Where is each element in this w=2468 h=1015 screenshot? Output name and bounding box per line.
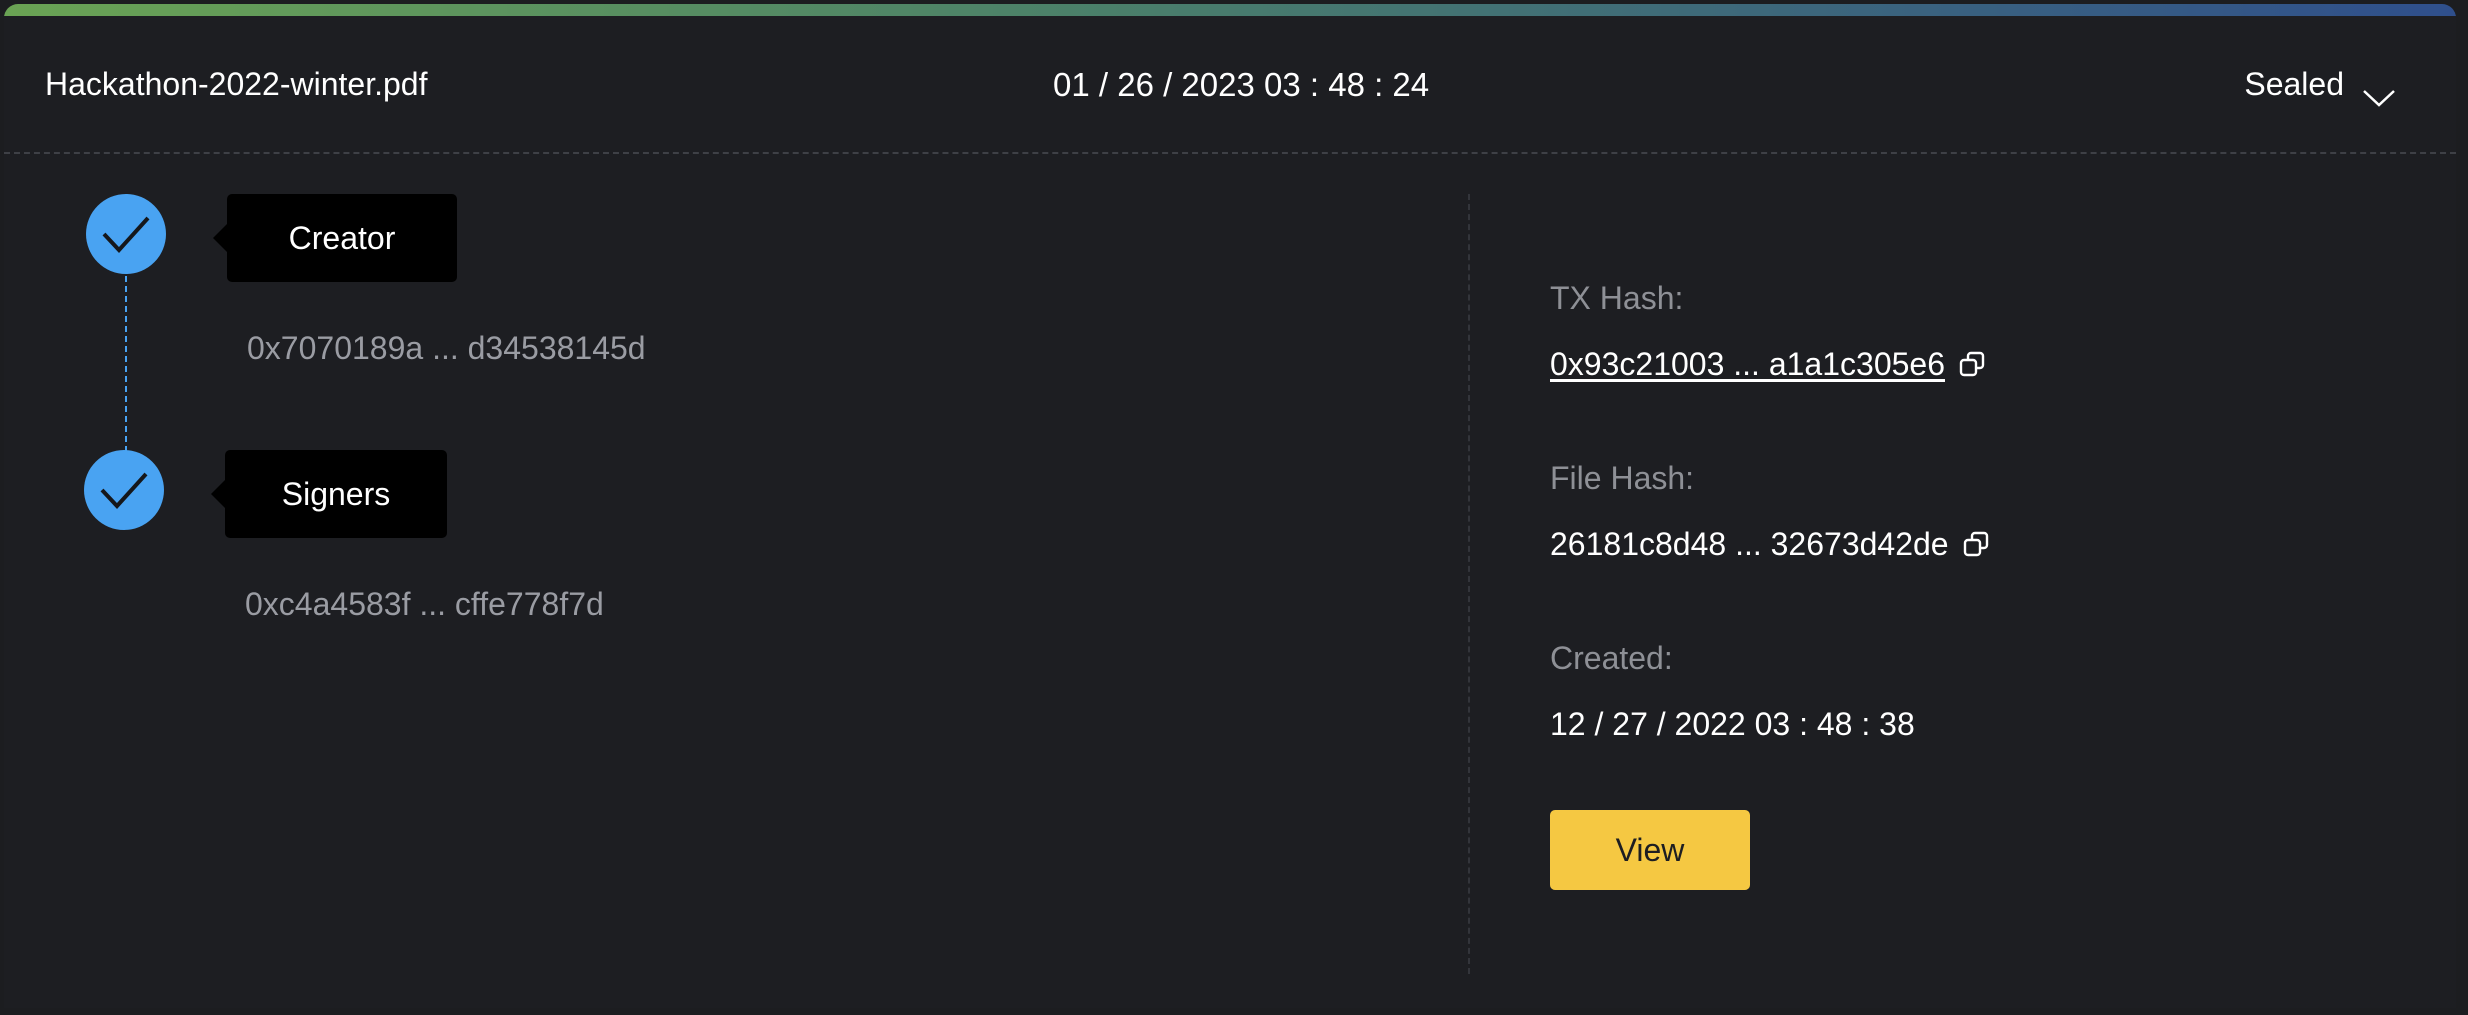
signers-address: 0xc4a4583f ... cffe778f7d bbox=[245, 586, 604, 622]
signers-check-icon bbox=[84, 450, 164, 530]
sealed-date: 01 / 26 / 2023 03 : 48 : 24 bbox=[1053, 66, 1430, 103]
tx-hash-link[interactable]: 0x93c21003 ... a1a1c305e6 bbox=[1550, 346, 1945, 383]
timeline-connector bbox=[125, 276, 127, 452]
creator-address: 0x7070189a ... d34538145d bbox=[247, 330, 646, 366]
status-label: Sealed bbox=[2244, 66, 2344, 102]
card-header[interactable]: Hackathon-2022-winter.pdf 01 / 26 / 2023… bbox=[4, 16, 2456, 154]
file-hash-value: 26181c8d48 ... 32673d42de bbox=[1550, 526, 1949, 562]
vertical-divider bbox=[1468, 194, 1470, 974]
document-card: Hackathon-2022-winter.pdf 01 / 26 / 2023… bbox=[4, 4, 2456, 1008]
tx-hash-label: TX Hash: bbox=[1550, 280, 1684, 316]
created-value: 12 / 27 / 2022 03 : 48 : 38 bbox=[1550, 706, 1915, 742]
copy-icon[interactable] bbox=[1961, 530, 1991, 560]
step-tag-creator: Creator bbox=[213, 194, 457, 282]
status-gradient-bar bbox=[4, 4, 2456, 16]
file-hash-label: File Hash: bbox=[1550, 460, 1695, 496]
copy-icon[interactable] bbox=[1957, 350, 1987, 380]
step-tag-signers: Signers bbox=[211, 450, 447, 538]
creator-check-icon bbox=[86, 194, 166, 274]
view-button[interactable]: View bbox=[1550, 810, 1750, 890]
created-label: Created: bbox=[1550, 640, 1673, 676]
file-name: Hackathon-2022-winter.pdf bbox=[45, 66, 428, 102]
signing-timeline bbox=[4, 154, 1470, 984]
chevron-down-icon[interactable] bbox=[2362, 79, 2396, 107]
status-toggle[interactable]: Sealed bbox=[2244, 66, 2396, 107]
file-hash-row: 26181c8d48 ... 32673d42de bbox=[1550, 526, 1991, 563]
tx-hash-row: 0x93c21003 ... a1a1c305e6 bbox=[1550, 346, 1987, 383]
